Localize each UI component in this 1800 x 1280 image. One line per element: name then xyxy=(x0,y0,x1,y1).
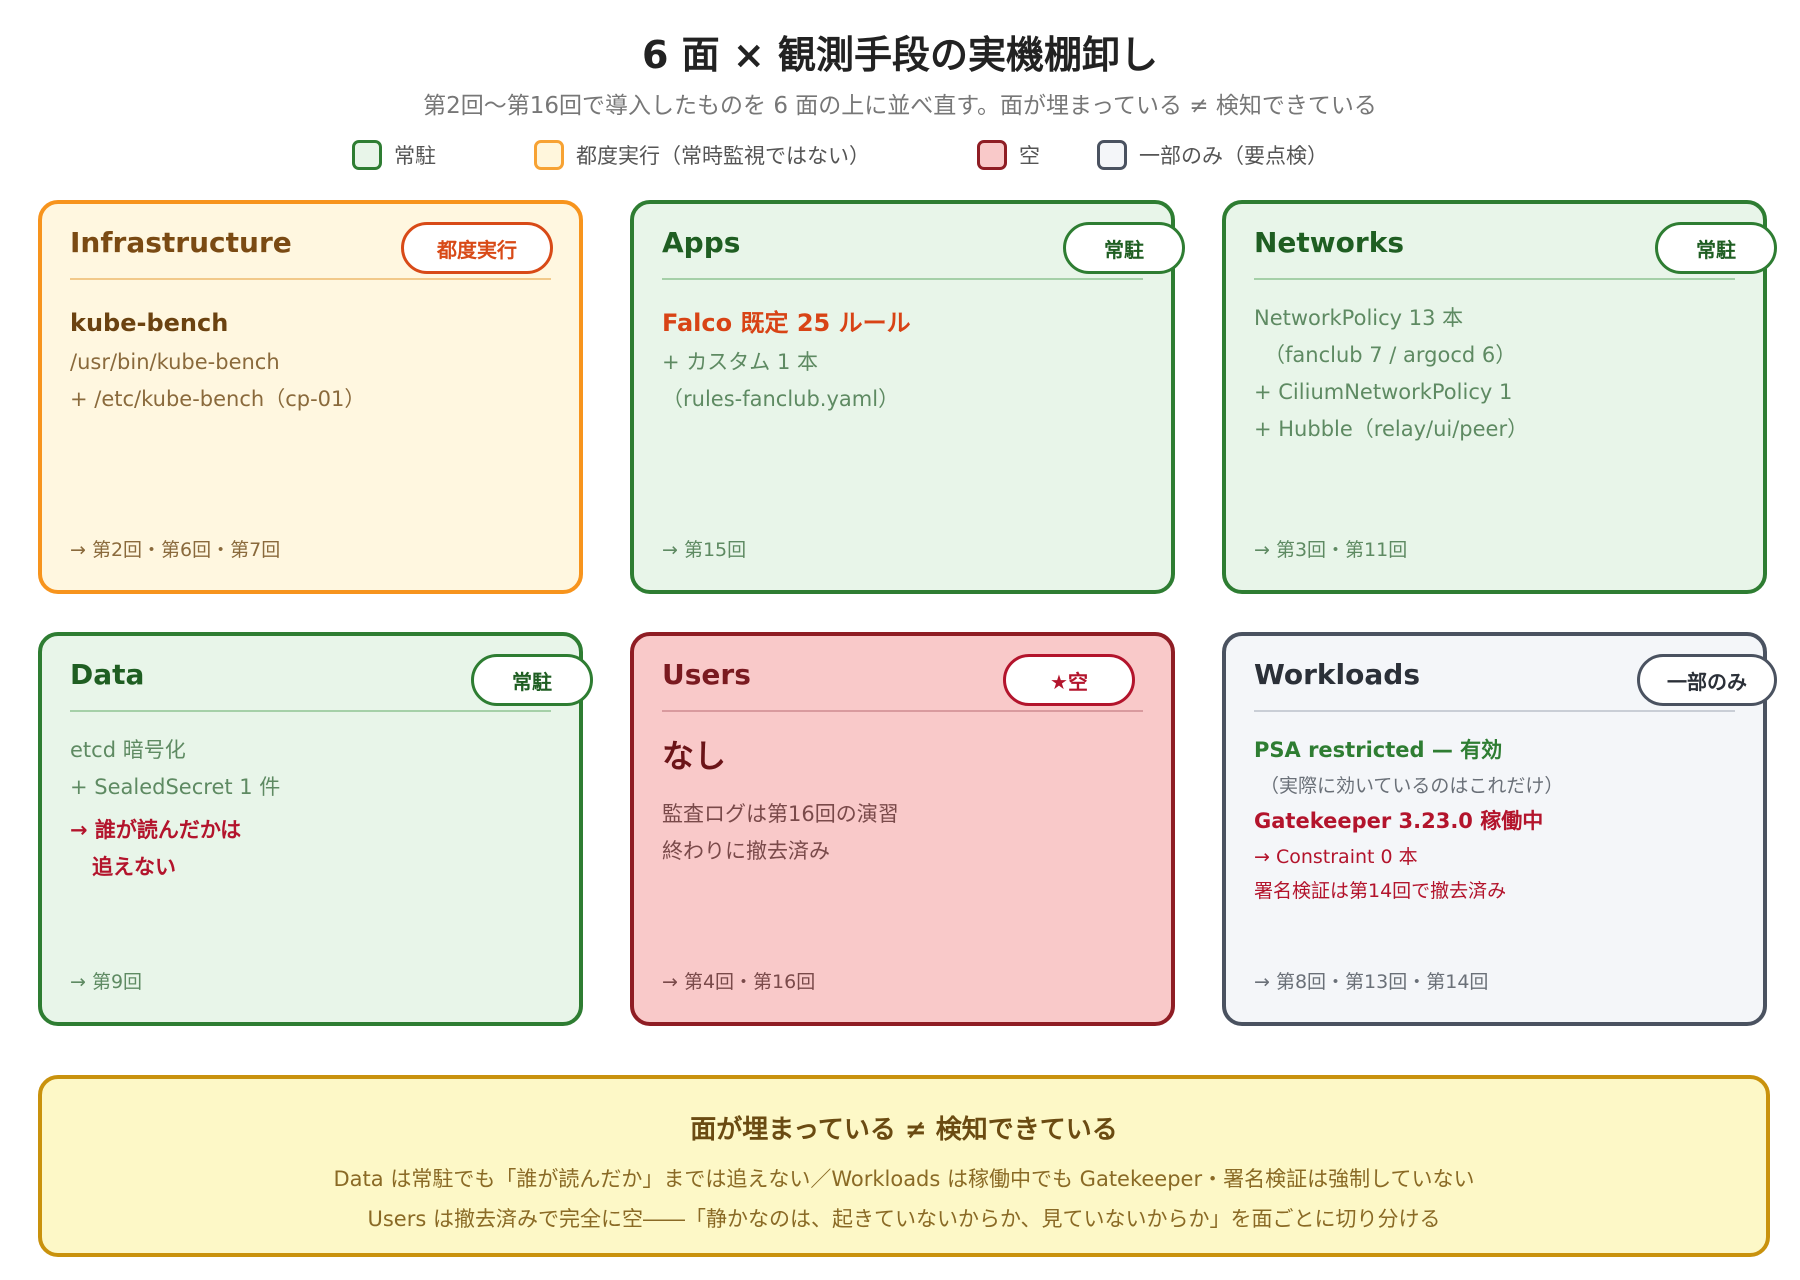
page-title: 6 面 × 観測手段の実機棚卸し xyxy=(642,33,1158,77)
card-body: PSA restricted — 有効 （実際に効いているのはこれだけ） Gat… xyxy=(1254,732,1743,908)
card-line: （実際に効いているのはこれだけ） xyxy=(1260,775,1564,797)
summary-title: 面が埋まっている ≠ 検知できている xyxy=(690,1115,1118,1145)
card-footer: → 第2回・第6回・第7回 xyxy=(70,539,281,561)
card-footer: → 第3回・第11回 xyxy=(1254,539,1408,561)
legend-item-partial: 一部のみ（要点検） xyxy=(1097,138,1328,172)
summary-box: 面が埋まっている ≠ 検知できている Data は常駐でも「誰が読んだか」までは… xyxy=(38,1075,1770,1257)
card-line: NetworkPolicy 13 本 xyxy=(1254,306,1464,330)
card-footer: → 第15回 xyxy=(662,539,747,561)
legend-swatch-partial xyxy=(1097,140,1127,170)
card-body: なし 監査ログは第16回の演習 終わりに撤去済み xyxy=(662,724,1151,870)
card-footer: → 第9回 xyxy=(70,971,143,993)
card-divider xyxy=(1254,710,1735,712)
card-workloads: Workloads 一部のみ PSA restricted — 有効 （実際に効… xyxy=(1222,632,1777,1026)
legend-item-on-demand: 都度実行（常時監視ではない） xyxy=(534,138,870,172)
card-line-gatekeeper: Gatekeeper 3.23.0 稼働中 xyxy=(1254,809,1544,833)
status-badge: ★空 xyxy=(1003,654,1135,706)
page-subtitle: 第2回〜第16回で導入したものを 6 面の上に並べ直す。面が埋まっている ≠ 検… xyxy=(423,93,1377,119)
status-badge: 常駐 xyxy=(1063,222,1185,274)
card-line: etcd 暗号化 xyxy=(70,738,186,762)
summary-line: Users は撤去済みで完全に空――「静かなのは、起きていないからか、見ていない… xyxy=(367,1207,1441,1231)
summary-line: Data は常駐でも「誰が読んだか」までは追えない／Workloads は稼働中… xyxy=(333,1167,1475,1191)
card-footer: → 第8回・第13回・第14回 xyxy=(1254,971,1489,993)
card-divider xyxy=(662,278,1143,280)
card-data: Data 常駐 etcd 暗号化 + SealedSecret 1 件 → 誰が… xyxy=(38,632,593,1026)
status-badge: 一部のみ xyxy=(1637,654,1777,706)
card-line: + CiliumNetworkPolicy 1 xyxy=(1254,380,1513,404)
card-line: 終わりに撤去済み xyxy=(662,839,830,863)
status-badge: 常駐 xyxy=(1655,222,1777,274)
card-divider xyxy=(70,278,551,280)
card-body: etcd 暗号化 + SealedSecret 1 件 → 誰が読んだかは 追え… xyxy=(70,732,559,886)
card-line: 監査ログは第16回の演習 xyxy=(662,802,899,826)
card-line-psa: PSA restricted — 有効 xyxy=(1254,738,1503,762)
card-line-warning: 追えない xyxy=(92,855,176,879)
card-line-warning: 署名検証は第14回で撤去済み xyxy=(1254,880,1507,902)
card-apps: Apps 常駐 Falco 既定 25 ルール + カスタム 1 本 （rule… xyxy=(630,200,1185,594)
card-body: NetworkPolicy 13 本 （fanclub 7 / argocd 6… xyxy=(1254,300,1743,448)
legend-swatch-resident xyxy=(352,140,382,170)
card-users: Users ★空 なし 監査ログは第16回の演習 終わりに撤去済み → 第4回・… xyxy=(630,632,1175,1026)
card-body: Falco 既定 25 ルール + カスタム 1 本 （rules-fanclu… xyxy=(662,302,1151,418)
legend-label: 都度実行（常時監視ではない） xyxy=(576,144,870,168)
card-line-tool: Falco 既定 25 ルール xyxy=(662,309,911,337)
card-line: + /etc/kube-bench（cp-01） xyxy=(70,387,366,411)
card-line: + Hubble（relay/ui/peer） xyxy=(1254,417,1529,441)
legend-label: 常駐 xyxy=(394,144,436,168)
legend-swatch-on-demand xyxy=(534,140,564,170)
card-line-none: なし xyxy=(662,737,727,775)
legend-item-resident: 常駐 xyxy=(352,138,436,172)
card-line-warning: → 誰が読んだかは xyxy=(70,818,242,842)
card-body: kube-bench /usr/bin/kube-bench + /etc/ku… xyxy=(70,302,559,418)
legend-label: 空 xyxy=(1019,144,1040,168)
status-badge: 常駐 xyxy=(471,654,593,706)
card-divider xyxy=(662,710,1143,712)
card-divider xyxy=(1254,278,1735,280)
card-line: （fanclub 7 / argocd 6） xyxy=(1264,343,1517,367)
card-divider xyxy=(70,710,551,712)
card-line: + カスタム 1 本 xyxy=(662,350,818,374)
card-line: （rules-fanclub.yaml） xyxy=(662,387,900,411)
card-footer: → 第4回・第16回 xyxy=(662,971,816,993)
card-line-tool: kube-bench xyxy=(70,309,229,337)
card-networks: Networks 常駐 NetworkPolicy 13 本 （fanclub … xyxy=(1222,200,1777,594)
card-infrastructure: Infrastructure 都度実行 kube-bench /usr/bin/… xyxy=(38,200,583,594)
card-line: /usr/bin/kube-bench xyxy=(70,350,280,374)
legend-swatch-empty xyxy=(977,140,1007,170)
card-line: + SealedSecret 1 件 xyxy=(70,775,281,799)
legend-label: 一部のみ（要点検） xyxy=(1139,144,1328,168)
legend-item-empty: 空 xyxy=(977,138,1040,172)
status-badge: 都度実行 xyxy=(401,222,553,274)
card-line-warning: → Constraint 0 本 xyxy=(1254,846,1418,868)
